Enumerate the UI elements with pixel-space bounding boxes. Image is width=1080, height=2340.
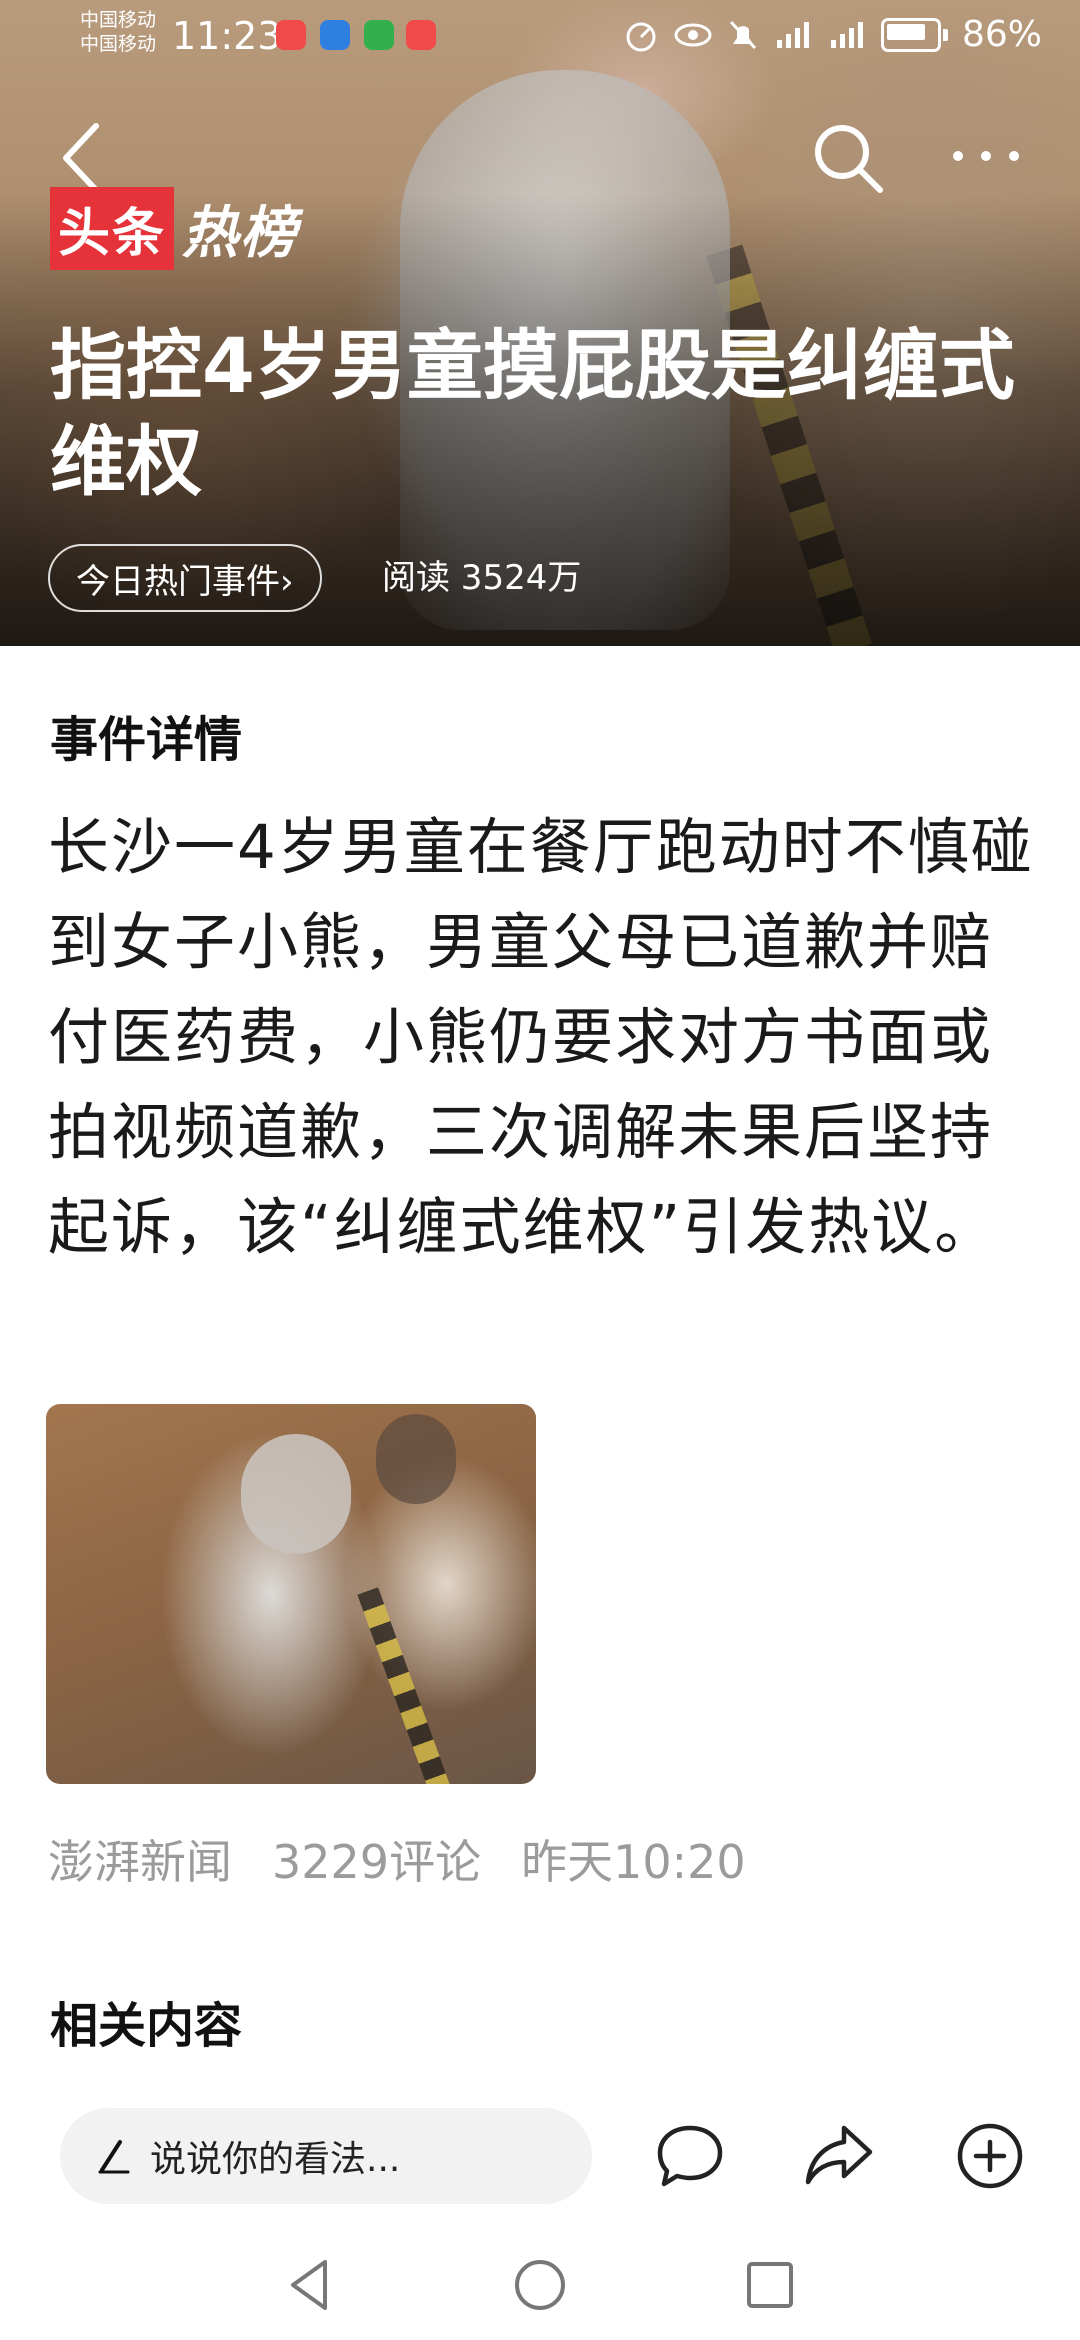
source-label[interactable]: 澎湃新闻 [48,1826,232,1892]
related-section-title: 相关内容 [50,1998,243,2054]
eye-icon [674,23,712,46]
event-thumbnail-image[interactable] [46,1404,536,1784]
page-title: 指控4岁男童摸屁股是纠缠式维权 [50,321,1015,506]
read-count: 阅读 3524万 [382,558,582,598]
search-icon[interactable] [808,118,888,198]
thumbnail-stripe [357,1587,457,1784]
comment-icon[interactable] [652,2118,728,2194]
details-section-title: 事件详情 [50,712,243,768]
notification-app-icon [364,20,394,50]
carrier-2: 中国移动 [80,33,157,55]
system-home-icon[interactable] [505,2250,575,2320]
notification-app-icon [320,20,350,50]
system-back-icon[interactable] [275,2250,345,2320]
brand-part-2: 热榜 [182,200,299,266]
speed-icon [626,22,656,51]
mute-bell-icon [729,20,757,49]
status-time: 11:23 [172,14,282,58]
signal-icon [830,21,863,48]
hot-events-button[interactable]: 今日热门事件› [48,544,322,612]
battery-percent: 86% [961,14,1042,55]
publish-time: 昨天10:20 [521,1835,746,1889]
pen-icon [98,2140,130,2174]
add-icon[interactable] [952,2118,1028,2194]
thumbnail-figure [241,1434,351,1554]
status-bar: 中国移动 中国移动 11:23 86% [0,0,1080,80]
carrier-info: 中国移动 中国移动 [80,8,156,56]
thumbnail-figure [376,1414,456,1504]
signal-icon [776,21,809,48]
hero-banner: 中国移动 中国移动 11:23 86% 头条 热榜 指控4岁男童摸屁股是纠缠式维 [0,0,1080,646]
brand-part-1: 头条 [50,186,175,270]
comment-count[interactable]: 3229评论 [272,1826,481,1892]
comment-placeholder: 说说你的看法... [150,2139,401,2180]
battery-cap [942,28,948,41]
more-dots-icon[interactable] [946,136,1026,176]
article-meta: 澎湃新闻 3229评论 昨天10:20 [48,1826,746,1892]
brand-logo: 头条 热榜 [50,186,298,270]
battery-icon [880,17,941,52]
carrier-1: 中国移动 [80,9,157,31]
comment-input[interactable]: 说说你的看法... [60,2108,592,2204]
notification-app-icon [406,20,436,50]
notification-app-icon [276,20,306,50]
share-icon[interactable] [800,2118,876,2194]
status-indicators: 86% [623,14,1042,55]
event-summary: 长沙一4岁男童在餐厅跑动时不慎碰到女子小熊，男童父母已道歉并赔付医药费，小熊仍要… [48,812,1034,1263]
system-recents-icon[interactable] [735,2250,805,2320]
